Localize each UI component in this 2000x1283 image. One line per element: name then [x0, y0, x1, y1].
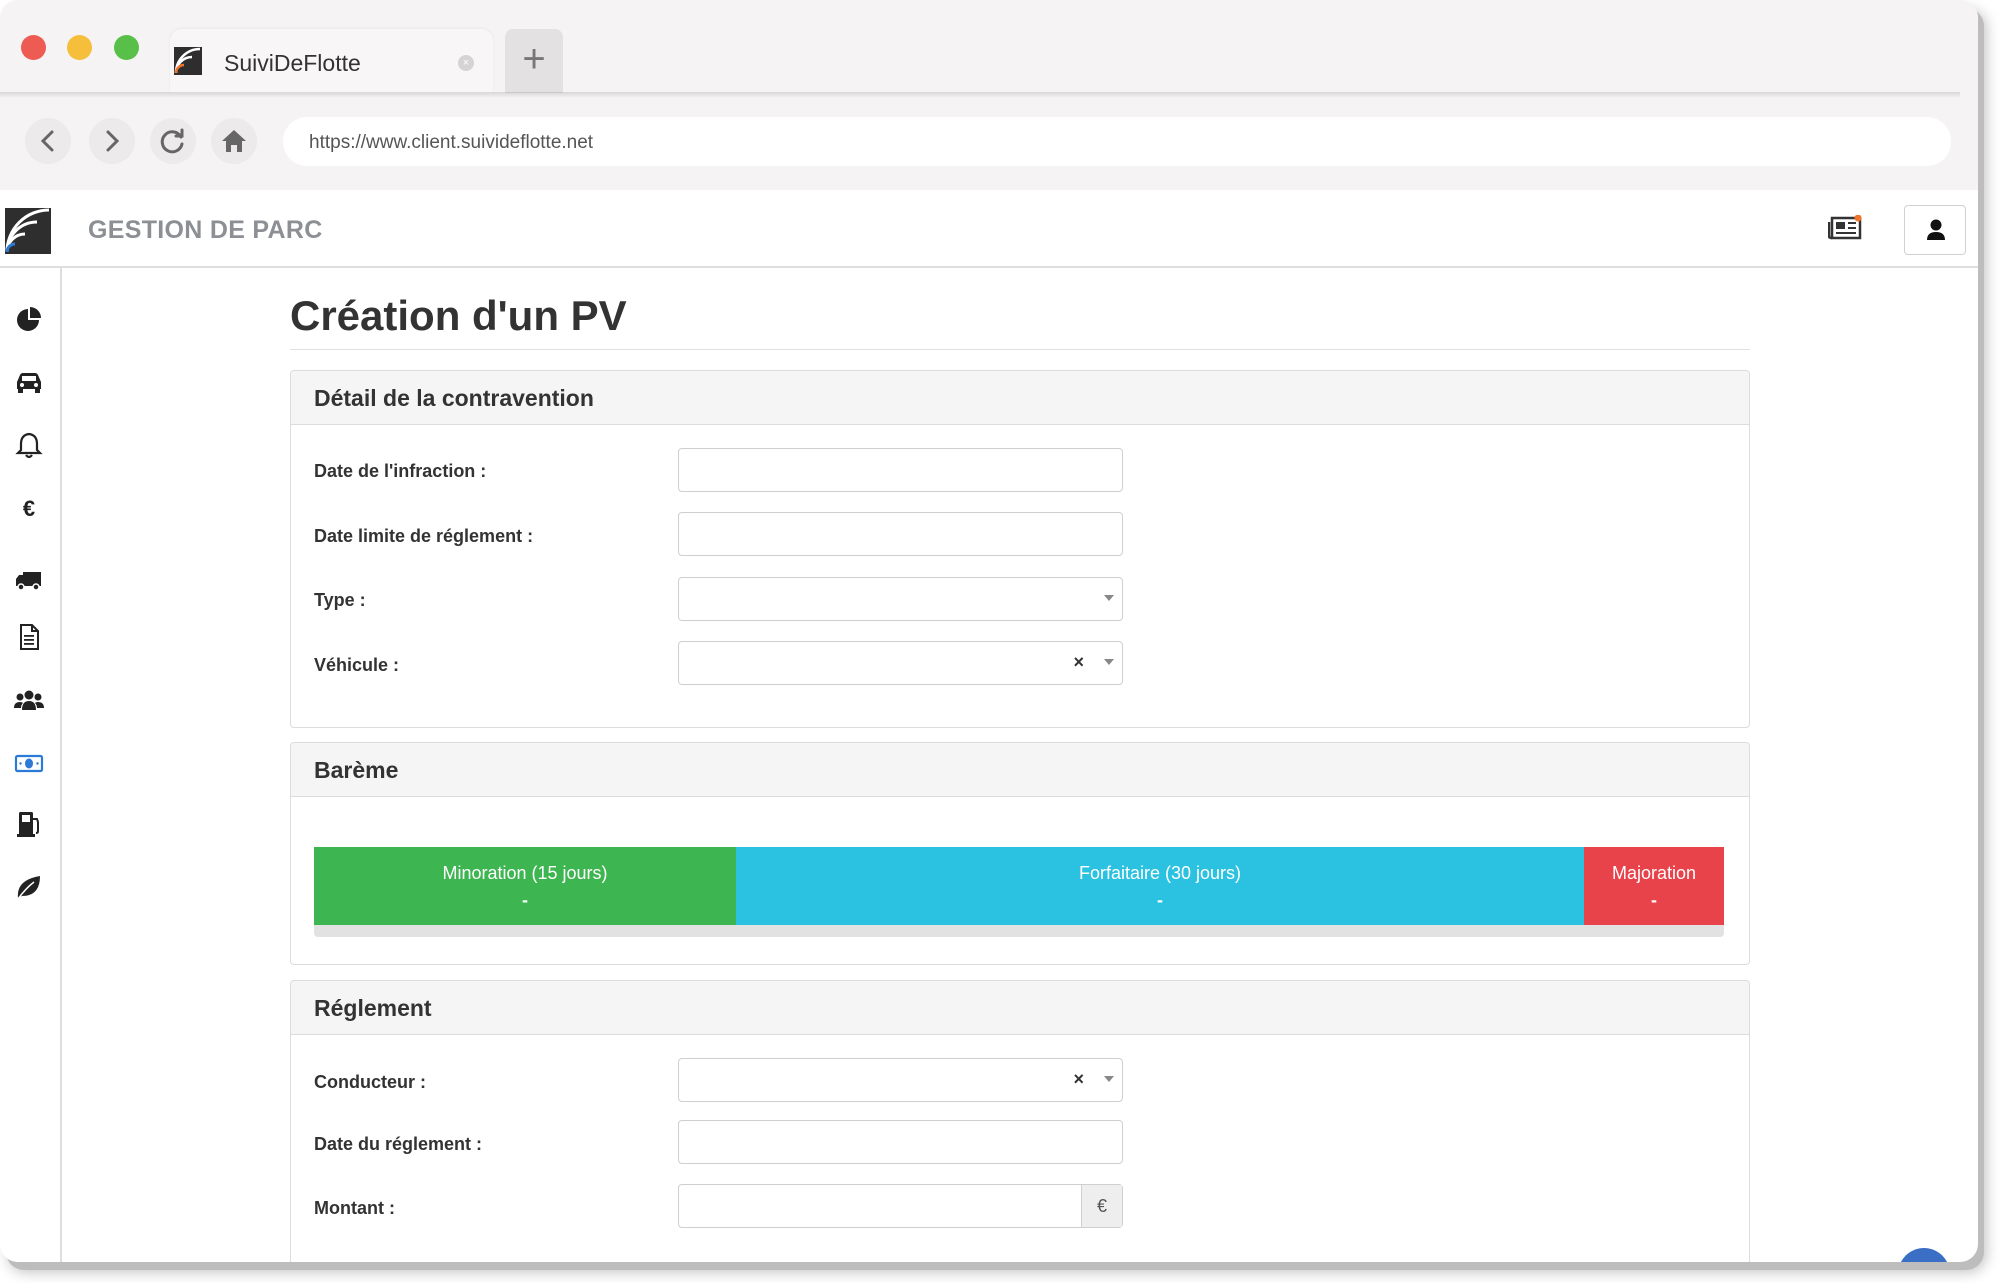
banknote-icon[interactable] [14, 748, 44, 778]
maximize-window-button[interactable] [114, 35, 139, 60]
minimize-window-button[interactable] [67, 35, 92, 60]
date-infraction-input[interactable] [678, 448, 1123, 492]
majoration-segment: Majoration - [1584, 847, 1724, 925]
fuel-pump-icon[interactable] [14, 809, 44, 839]
app-logo-icon[interactable] [5, 208, 51, 254]
clear-selection-icon[interactable]: × [1073, 1069, 1084, 1090]
dropdown-caret-icon [1104, 595, 1114, 601]
clear-selection-icon[interactable]: × [1073, 652, 1084, 673]
back-button[interactable] [25, 118, 71, 164]
user-menu-button[interactable] [1904, 205, 1966, 255]
majoration-label: Majoration [1611, 863, 1697, 883]
currency-addon: € [1081, 1185, 1122, 1227]
date-limite-label: Date limite de réglement : [314, 526, 534, 546]
truck-icon[interactable] [14, 565, 44, 595]
minoration-segment: Minoration (15 jours) - [314, 847, 736, 925]
leaf-icon[interactable] [14, 872, 44, 902]
url-text: https://www.client.suivideflotte.net [309, 132, 594, 153]
browser-window: SuiviDeFlotte × + https://www.client.sui… [0, 0, 1978, 1262]
sidebar: € [0, 268, 62, 1262]
type-label: Type : [314, 590, 366, 610]
bareme-progress-bar: Minoration (15 jours) - Forfaitaire (30 … [314, 847, 1724, 941]
dropdown-caret-icon [1104, 1076, 1114, 1082]
forward-button[interactable] [89, 118, 135, 164]
address-bar[interactable]: https://www.client.suivideflotte.net [283, 117, 1951, 166]
majoration-value: - [1651, 890, 1657, 910]
reload-button[interactable] [150, 118, 196, 164]
minoration-label: Minoration (15 jours) [442, 863, 608, 883]
home-icon [222, 130, 246, 152]
title-divider [290, 349, 1750, 350]
close-window-button[interactable] [21, 35, 46, 60]
users-icon[interactable] [14, 685, 44, 715]
new-tab-button[interactable]: + [505, 29, 563, 93]
chevron-left-icon [40, 130, 54, 152]
home-button[interactable] [211, 118, 257, 164]
detail-panel: Détail de la contravention Date de l'inf… [290, 370, 1750, 728]
minoration-value: - [522, 890, 528, 910]
document-icon[interactable] [14, 622, 44, 652]
forfaitaire-value: - [1157, 890, 1163, 910]
date-reglement-input[interactable] [678, 1120, 1123, 1164]
detail-panel-heading: Détail de la contravention [291, 371, 1749, 425]
browser-tab[interactable]: SuiviDeFlotte × [170, 29, 493, 93]
tab-title: SuiviDeFlotte [224, 50, 361, 76]
bareme-track [314, 925, 1724, 937]
reload-icon [160, 128, 184, 154]
dropdown-caret-icon [1104, 659, 1114, 665]
vehicule-select[interactable]: × [678, 641, 1123, 685]
chat-widget-button[interactable] [1898, 1248, 1950, 1262]
suivideflotte-logo-icon [174, 47, 202, 75]
app-title: GESTION DE PARC [88, 216, 323, 244]
date-infraction-label: Date de l'infraction : [314, 461, 487, 481]
app-header: GESTION DE PARC [0, 190, 1978, 268]
conducteur-select[interactable]: × [678, 1058, 1123, 1102]
bareme-panel: Barème Minoration (15 jours) - Forfaitai… [290, 742, 1750, 965]
montant-input[interactable]: € [678, 1184, 1123, 1228]
news-icon[interactable] [1828, 215, 1862, 241]
user-icon [1927, 219, 1945, 240]
reglement-panel-heading: Réglement [291, 981, 1749, 1035]
euro-icon[interactable]: € [14, 494, 44, 524]
bell-icon[interactable] [14, 430, 44, 460]
conducteur-label: Conducteur : [314, 1072, 426, 1092]
tab-strip-divider [0, 92, 1960, 98]
date-limite-input[interactable] [678, 512, 1123, 556]
vehicule-label: Véhicule : [314, 655, 400, 675]
forfaitaire-label: Forfaitaire (30 jours) [1078, 863, 1242, 883]
date-reglement-label: Date du réglement : [314, 1134, 483, 1154]
bareme-panel-heading: Barème [291, 743, 1749, 797]
car-icon[interactable] [14, 367, 44, 397]
montant-label: Montant : [314, 1198, 395, 1218]
type-select[interactable] [678, 577, 1123, 621]
chevron-right-icon [106, 130, 120, 152]
close-tab-icon[interactable]: × [458, 55, 474, 71]
page-title: Création d'un PV [290, 292, 627, 339]
pie-chart-icon[interactable] [14, 304, 44, 334]
browser-chrome: SuiviDeFlotte × + https://www.client.sui… [0, 0, 1978, 190]
reglement-panel: Réglement Conducteur : × Date du régleme… [290, 980, 1750, 1262]
forfaitaire-segment: Forfaitaire (30 jours) - [736, 847, 1584, 925]
